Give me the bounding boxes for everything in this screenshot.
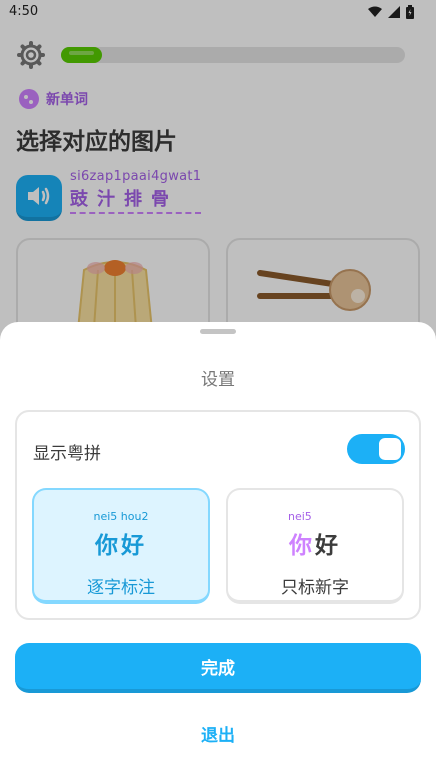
show-jyutping-label: 显示粤拼 bbox=[33, 444, 101, 464]
settings-sheet: 设置 显示粤拼 nei5 hou2 你好 逐字标注 nei5 你好 只标新字 完… bbox=[0, 322, 436, 775]
jyutping-settings-panel: 显示粤拼 nei5 hou2 你好 逐字标注 nei5 你好 只标新字 bbox=[15, 410, 421, 620]
drag-handle[interactable] bbox=[200, 329, 236, 334]
known-character: 好 bbox=[315, 533, 341, 559]
option-annotate-new-only[interactable]: nei5 你好 只标新字 bbox=[226, 488, 404, 604]
quit-button[interactable]: 退出 bbox=[0, 721, 436, 746]
option-annotate-all[interactable]: nei5 hou2 你好 逐字标注 bbox=[32, 488, 210, 604]
option-characters: 你好 bbox=[228, 526, 402, 560]
option-jyutping: nei5 hou2 bbox=[93, 510, 149, 523]
option-characters: 你好 bbox=[95, 533, 147, 559]
done-button[interactable]: 完成 bbox=[15, 643, 421, 693]
option-jyutping: nei5 bbox=[288, 510, 312, 523]
sheet-title: 设置 bbox=[201, 370, 235, 390]
toggle-knob bbox=[377, 436, 403, 462]
option-caption: 只标新字 bbox=[281, 578, 349, 598]
new-character: 你 bbox=[289, 533, 315, 559]
option-caption: 逐字标注 bbox=[87, 578, 155, 598]
show-jyutping-toggle[interactable] bbox=[347, 434, 405, 464]
